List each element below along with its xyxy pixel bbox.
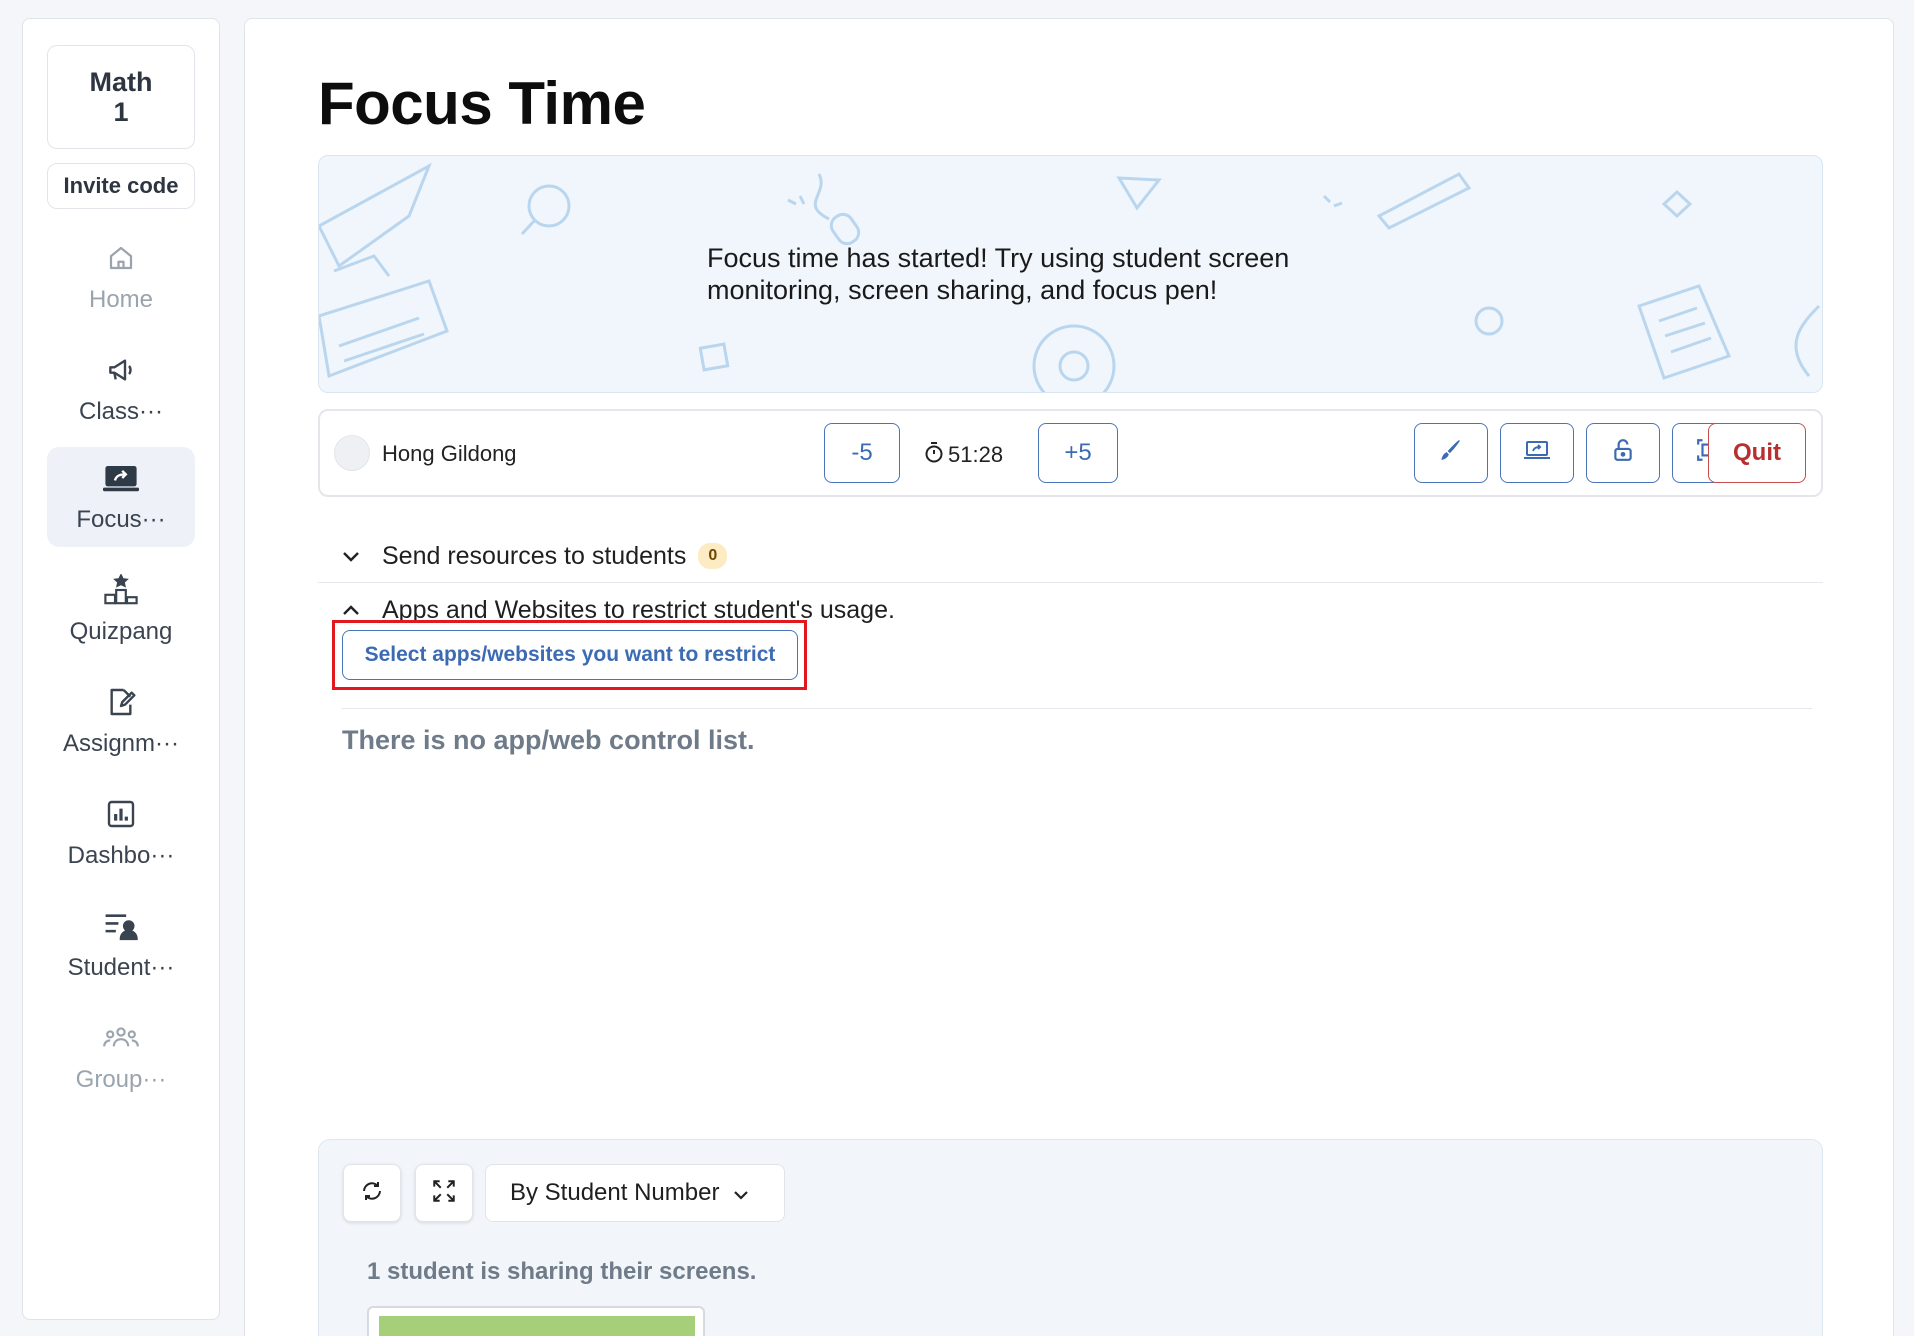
class-number: 1	[113, 97, 129, 127]
chevron-down-icon	[733, 1179, 749, 1207]
home-icon	[103, 240, 139, 276]
brush-icon	[1438, 437, 1464, 470]
sidebar-item-assignment[interactable]: Assignm···	[47, 671, 195, 771]
sidebar-item-label: Group···	[75, 1066, 167, 1093]
highlight-box	[332, 620, 807, 690]
sidebar-item-dashboard[interactable]: Dashbo···	[47, 783, 195, 883]
screen-share-icon	[1523, 438, 1551, 469]
laptop-share-icon	[103, 460, 139, 496]
class-name: Math	[89, 67, 153, 97]
sidebar-item-label: Quizpang	[69, 618, 173, 645]
page-title: Focus Time	[318, 70, 646, 137]
expand-icon	[431, 1178, 457, 1209]
bar-chart-icon	[103, 796, 139, 832]
plus-five-button[interactable]: +5	[1038, 423, 1118, 483]
banner-message: Focus time has started! Try using studen…	[707, 243, 1290, 305]
send-resources-toggle[interactable]: Send resources to students 0	[318, 531, 1823, 581]
sidebar-item-label: Home	[88, 286, 154, 313]
sidebar: Math 1 Invite code Home Class··· Focus··…	[22, 18, 220, 1320]
quit-label: Quit	[1733, 439, 1781, 466]
invite-code-label: Invite code	[63, 173, 179, 198]
sidebar-item-group[interactable]: Group···	[47, 1007, 195, 1107]
focus-banner: Focus time has started! Try using studen…	[318, 155, 1823, 393]
plus-five-label: +5	[1064, 439, 1092, 466]
focus-control-bar: Hong Gildong -5 51:28 +5 Quit	[318, 409, 1823, 497]
quit-button[interactable]: Quit	[1708, 423, 1806, 483]
refresh-button[interactable]	[343, 1164, 401, 1222]
sidebar-item-label: Dashbo···	[67, 842, 175, 869]
main-panel: Focus Time Focus time has started! Try u…	[244, 18, 1894, 1336]
divider	[342, 708, 1812, 709]
minus-five-label: -5	[851, 439, 873, 466]
class-card[interactable]: Math 1	[47, 45, 195, 149]
chevron-down-icon	[342, 550, 382, 562]
sidebar-item-label: Student···	[67, 954, 175, 981]
invite-code-button[interactable]: Invite code	[47, 163, 195, 209]
sharing-status-text: 1 student is sharing their screens.	[367, 1258, 757, 1285]
sidebar-item-quizpang[interactable]: Quizpang	[47, 559, 195, 659]
sidebar-item-home[interactable]: Home	[47, 227, 195, 327]
stopwatch-icon	[924, 441, 944, 469]
resources-count-badge: 0	[698, 543, 728, 569]
student-screens-panel: By Student Number 1 student is sharing t…	[318, 1139, 1823, 1336]
minus-five-button[interactable]: -5	[824, 423, 900, 483]
sort-select-value: By Student Number	[510, 1179, 720, 1206]
sidebar-item-label: Class···	[79, 398, 163, 425]
sidebar-item-label: Assignm···	[62, 730, 179, 757]
screen-share-button[interactable]	[1500, 423, 1574, 483]
student-name: Hong Gildong	[382, 441, 517, 466]
podium-icon	[103, 572, 139, 608]
send-resources-label: Send resources to students	[382, 541, 687, 570]
refresh-icon	[360, 1179, 384, 1208]
megaphone-icon	[103, 352, 139, 388]
chevron-up-icon	[342, 604, 382, 616]
edit-document-icon	[103, 684, 139, 720]
student-screen-thumbnail[interactable]	[367, 1306, 705, 1336]
group-icon	[103, 1020, 139, 1056]
focus-pen-button[interactable]	[1414, 423, 1488, 483]
focus-timer: 51:28	[924, 441, 1003, 469]
empty-control-list-message: There is no app/web control list.	[342, 725, 755, 755]
screen-preview-image	[379, 1316, 695, 1336]
sidebar-item-students[interactable]: Student···	[47, 895, 195, 995]
lock-screen-button[interactable]	[1586, 423, 1660, 483]
expand-button[interactable]	[415, 1164, 473, 1222]
sidebar-item-class[interactable]: Class···	[47, 339, 195, 439]
student-list-icon	[103, 908, 139, 944]
sidebar-item-focus[interactable]: Focus···	[47, 447, 195, 547]
sort-select[interactable]: By Student Number	[485, 1164, 785, 1222]
divider	[318, 582, 1823, 583]
sidebar-item-label: Focus···	[76, 506, 166, 533]
timer-value: 51:28	[948, 442, 1004, 467]
lock-icon	[1612, 438, 1634, 469]
avatar	[334, 435, 370, 471]
